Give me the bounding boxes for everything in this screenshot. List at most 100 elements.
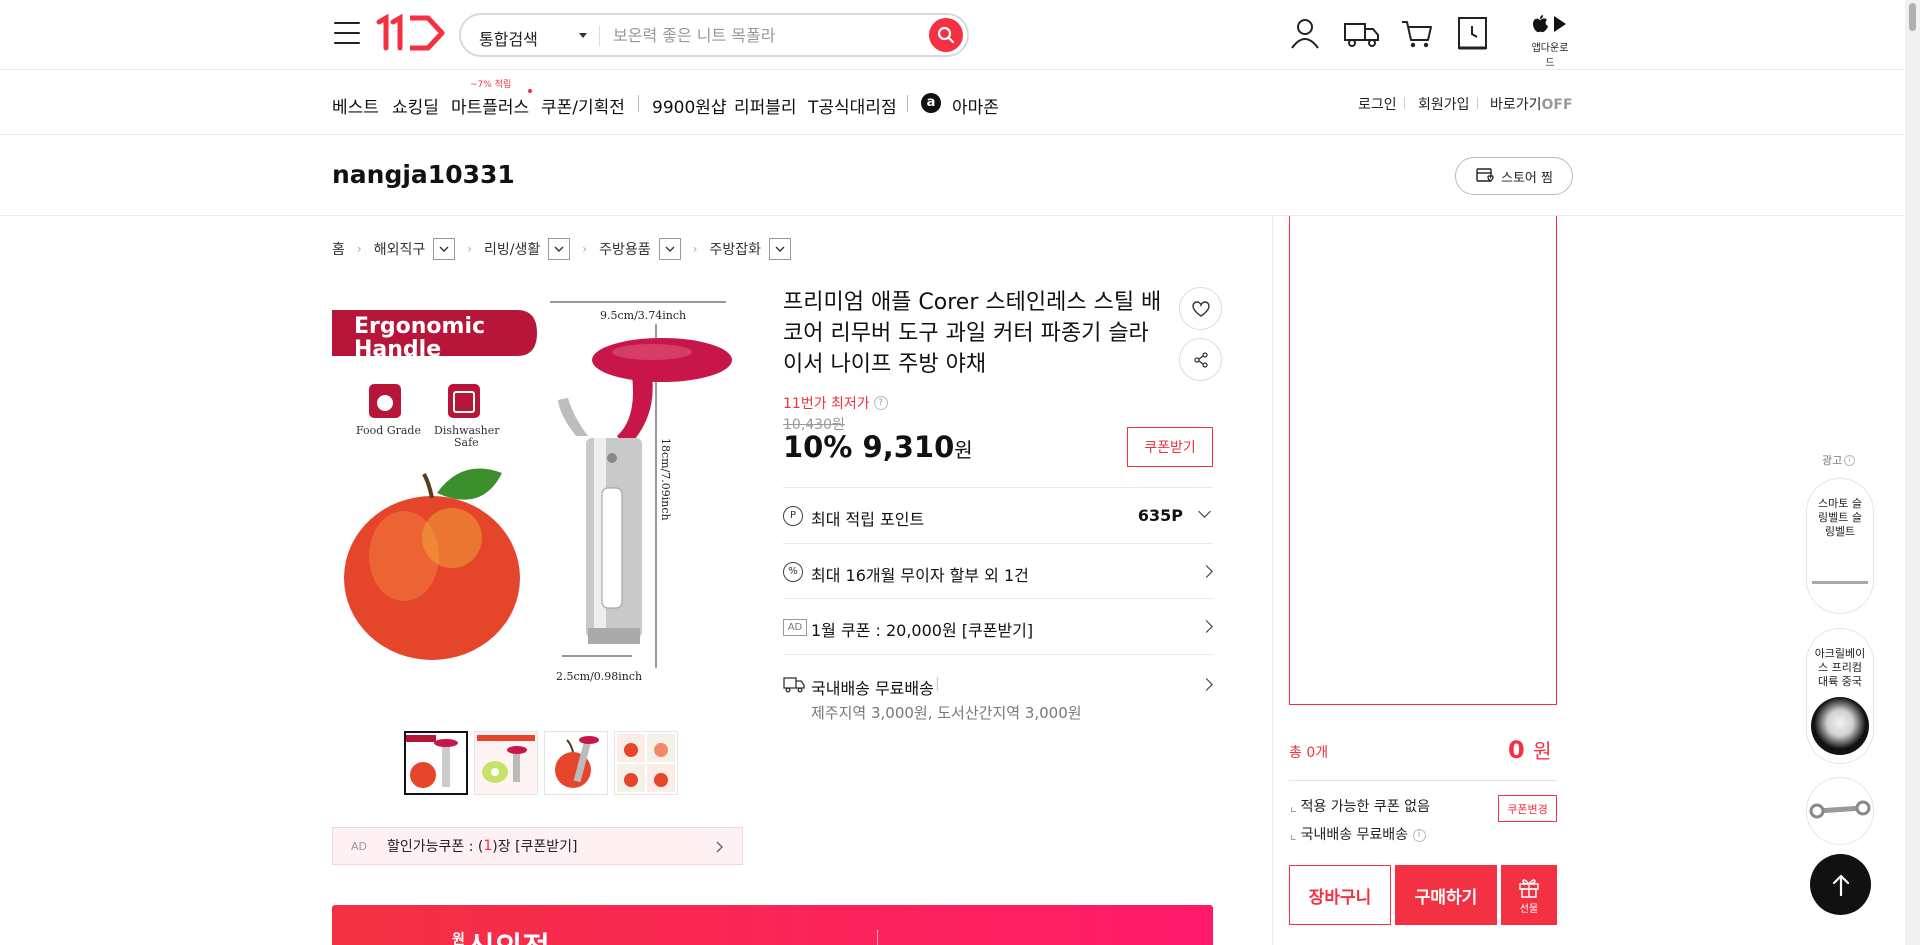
total-price-value: 0	[1508, 736, 1525, 764]
coupon-change-button[interactable]: 쿠폰변경	[1498, 795, 1557, 822]
floating-ad-3[interactable]	[1806, 777, 1874, 845]
store-name[interactable]: nangja10331	[332, 160, 515, 189]
installment-row[interactable]: % 최대 16개월 무이자 할부 외 1건	[783, 543, 1213, 598]
nav-t-official[interactable]: T공식대리점	[808, 93, 897, 118]
points-row[interactable]: P 최대 적립 포인트 635P	[783, 487, 1213, 543]
breadcrumb-dropdown[interactable]	[768, 238, 791, 260]
breadcrumb-kitchen[interactable]: 주방용품	[599, 239, 651, 259]
get-coupon-button[interactable]: 쿠폰받기	[1127, 427, 1213, 467]
thumbnail-1[interactable]	[404, 731, 468, 795]
applicable-coupon-status: ⌞ 적용 가능한 쿠폰 없음	[1290, 799, 1430, 815]
recent-view-icon[interactable]	[1454, 15, 1490, 51]
chevron-right-icon	[1200, 678, 1213, 691]
nav-coupon-event[interactable]: 쿠폰/기획전	[541, 93, 625, 118]
gift-button[interactable]: 선물	[1501, 865, 1557, 925]
ad-label-text: 광고	[1822, 454, 1843, 467]
thumbnail-2[interactable]	[474, 731, 538, 795]
shortcut-label: 바로가기	[1490, 97, 1542, 113]
shipping-label: 국내배송 무료배송	[811, 679, 934, 698]
info-icon[interactable]: i	[1412, 828, 1426, 842]
chevron-down-icon	[554, 246, 564, 252]
floating-ad-2[interactable]: 아크릴베이스 프리컴 대륙 중국	[1806, 628, 1874, 764]
breadcrumb-dropdown[interactable]	[658, 238, 681, 260]
app-download[interactable]: 앱다운로드	[1528, 14, 1572, 69]
percent-icon: %	[783, 562, 803, 582]
chevron-right-icon	[716, 841, 723, 853]
product-title: 프리미엄 애플 Corer 스테인레스 스틸 배 코어 리무버 도구 과일 커터…	[783, 290, 1162, 377]
buy-now-button[interactable]: 구매하기	[1395, 865, 1497, 925]
wishlist-button[interactable]	[1179, 287, 1222, 330]
gift-label: 선물	[1519, 903, 1539, 915]
app-download-label: 앱다운로드	[1531, 43, 1569, 69]
question-icon[interactable]: ?	[873, 396, 888, 410]
menu-icon[interactable]	[334, 22, 360, 44]
store-like-label: 스토어 찜	[1501, 170, 1553, 186]
lowest-price-text: 11번가 최저가	[783, 396, 870, 412]
shipping-row[interactable]: 국내배송 무료배송 | 제주지역 3,000원, 도서산간지역 3,000원	[783, 654, 1213, 734]
price-value: 9,310	[862, 430, 955, 464]
top-header: 통합검색 앱다운로드	[0, 0, 1905, 70]
truck-icon	[783, 677, 805, 693]
search-bar: 통합검색	[459, 13, 969, 57]
nav-refurbly[interactable]: 리퍼블리	[734, 93, 797, 118]
nav-divider	[638, 95, 639, 112]
jan-coupon-row[interactable]: AD 1월 쿠폰 : 20,000원 [쿠폰받기]	[783, 598, 1213, 654]
banner-prefix: 원	[452, 932, 465, 945]
image-width-dim: 9.5cm/3.74inch	[600, 309, 686, 322]
breadcrumb-home[interactable]: 홈	[332, 239, 345, 259]
sale-price: 10% 9,310원	[783, 430, 973, 464]
nav-divider	[907, 95, 908, 112]
breadcrumb-kitchen-misc[interactable]: 주방잡화	[709, 239, 761, 259]
my-page-icon[interactable]	[1287, 15, 1323, 51]
total-price: 0 원	[1508, 735, 1551, 764]
add-to-cart-button[interactable]: 장바구니	[1289, 865, 1391, 925]
total-price-unit: 원	[1533, 739, 1552, 763]
divider	[1289, 780, 1557, 781]
page-scrollbar[interactable]	[1905, 0, 1920, 945]
chevron-down-icon	[1198, 505, 1211, 518]
promo-banner[interactable]: 원 신의정	[332, 905, 1213, 945]
breadcrumb-living[interactable]: 리빙/생활	[484, 239, 540, 259]
scrollbar-thumb[interactable]	[1909, 3, 1916, 31]
amazon-logo-icon: a	[921, 93, 941, 113]
floating-ad-1[interactable]: 스마토 슬링벨트 슬링벨트	[1806, 478, 1874, 614]
floating-ad-2-text: 아크릴베이스 프리컴 대륙 중국	[1814, 647, 1866, 688]
panel-shipping: ⌞ 국내배송 무료배송 i	[1290, 824, 1426, 844]
breadcrumb-overseas[interactable]: 해외직구	[374, 239, 426, 259]
thumbnail-4[interactable]	[614, 731, 678, 795]
nav-shocking-deal[interactable]: 쇼킹딜	[392, 93, 439, 118]
nav-mart-plus[interactable]: 마트플러스	[451, 93, 529, 118]
nav-amazon[interactable]: 아마존	[952, 93, 999, 118]
signup-link[interactable]: 회원가입	[1418, 94, 1470, 114]
breadcrumb-dropdown[interactable]	[433, 238, 456, 260]
chevron-right-icon	[1200, 620, 1213, 633]
applicable-coupon-text: 적용 가능한 쿠폰 없음	[1300, 799, 1430, 815]
logo-11st[interactable]	[376, 13, 448, 54]
total-count: 총 0개	[1289, 745, 1329, 761]
ad-product-image	[1812, 581, 1868, 584]
product-main-image[interactable]: Ergonomic Handle Food Grade Dishwasher S…	[332, 288, 743, 699]
thumbnail-3[interactable]	[544, 731, 608, 795]
search-input[interactable]	[613, 21, 913, 49]
image-headline-2: Handle	[354, 337, 441, 362]
shipping-extra-fee: 제주지역 3,000원, 도서산간지역 3,000원	[811, 704, 1082, 722]
breadcrumb-dropdown[interactable]	[548, 238, 571, 260]
option-select-area[interactable]	[1289, 216, 1557, 705]
login-link[interactable]: 로그인	[1358, 94, 1397, 114]
delivery-truck-icon[interactable]	[1342, 15, 1382, 51]
search-button[interactable]	[929, 18, 963, 52]
search-scope-select[interactable]: 통합검색	[479, 26, 538, 50]
ad-tag: AD	[351, 839, 367, 853]
ad-tag: AD	[783, 619, 807, 636]
shortcut-toggle[interactable]: 바로가기OFF	[1490, 94, 1573, 114]
cart-icon[interactable]	[1399, 15, 1435, 51]
jan-coupon-label: 1월 쿠폰 : 20,000원 [쿠폰받기]	[811, 621, 1034, 640]
nav-best[interactable]: 베스트	[332, 93, 379, 118]
store-like-button[interactable]: 스토어 찜	[1455, 157, 1573, 195]
share-button[interactable]	[1179, 338, 1222, 381]
points-label: 최대 적립 포인트	[811, 510, 925, 529]
scroll-to-top-button[interactable]	[1810, 854, 1871, 915]
nav-9900-shop[interactable]: 9900원샵	[652, 93, 727, 118]
info-icon[interactable]: i	[1844, 454, 1856, 466]
image-coupon-bar[interactable]: AD 할인가능쿠폰 : (1)장 [쿠폰받기]	[332, 827, 743, 865]
